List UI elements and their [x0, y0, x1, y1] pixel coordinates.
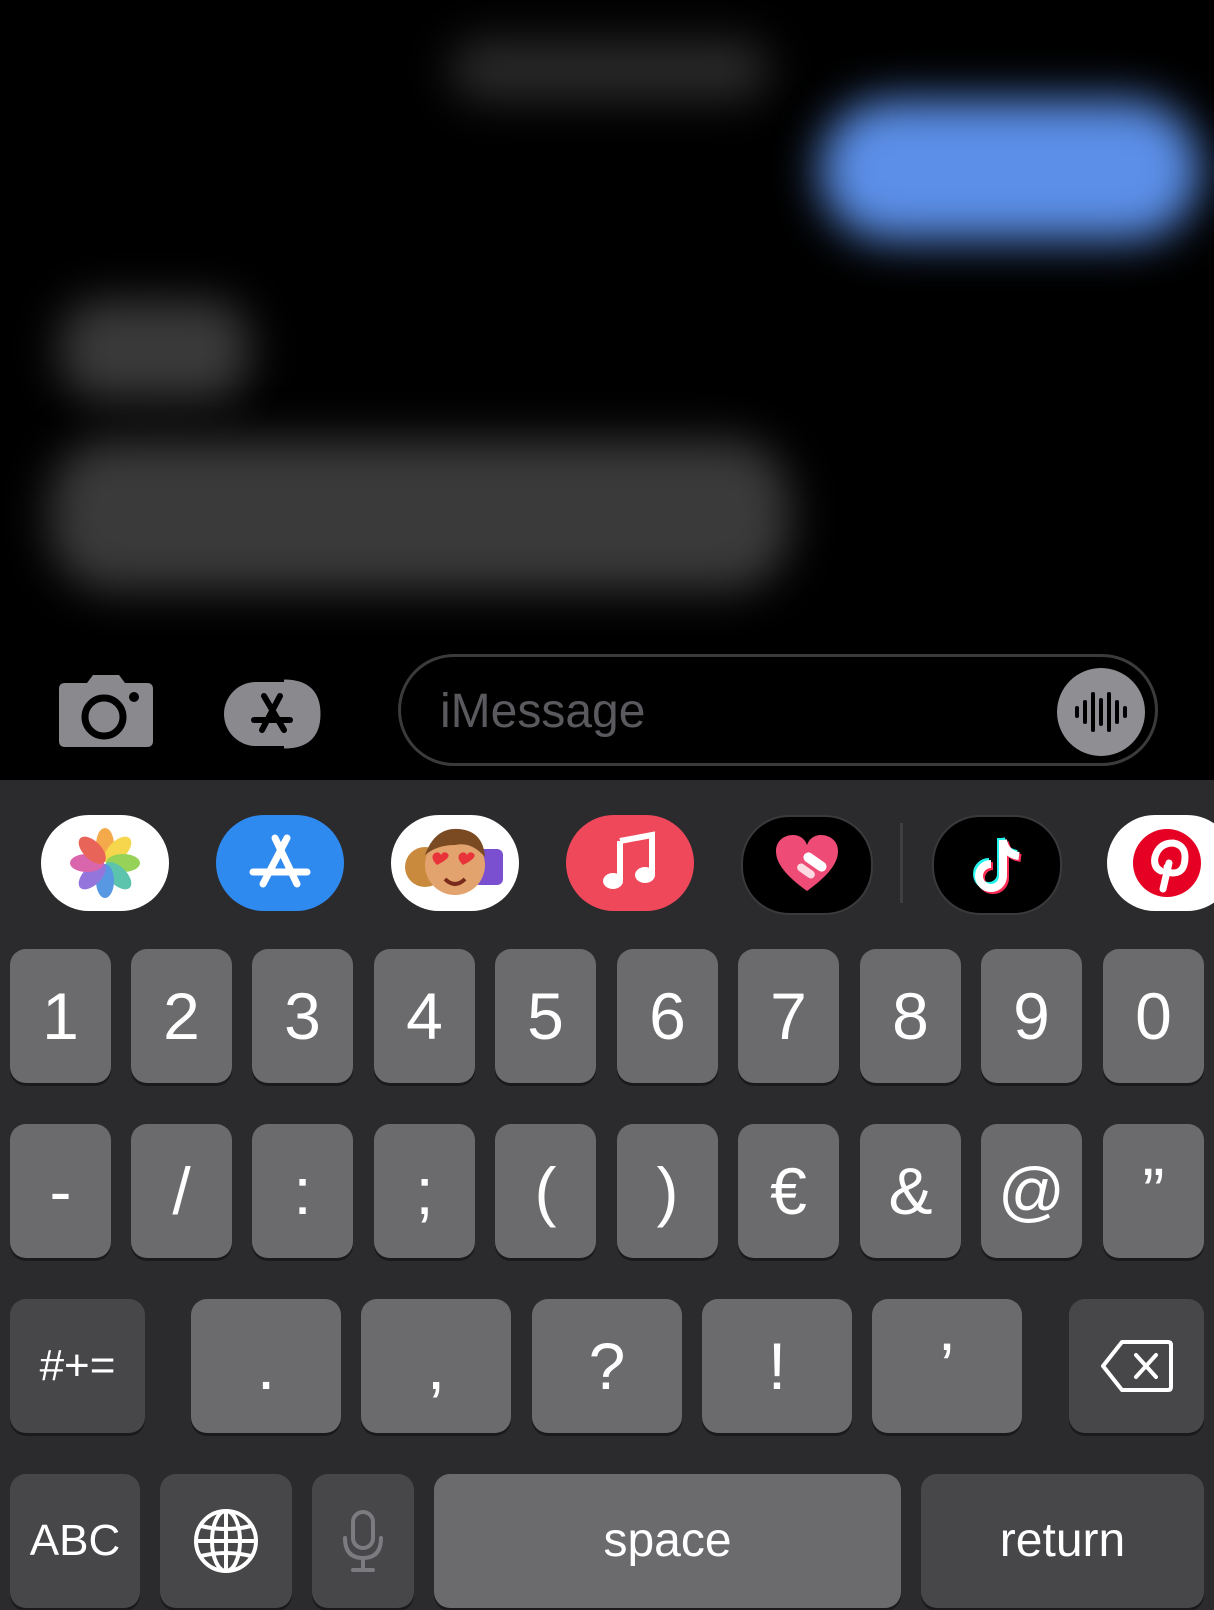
- blurred-incoming-bubble-large: [50, 440, 790, 590]
- backspace-icon: [1100, 1340, 1173, 1392]
- key-exclamation[interactable]: !: [702, 1299, 852, 1433]
- key-at[interactable]: @: [981, 1124, 1082, 1258]
- blurred-header: [450, 40, 770, 100]
- key-7[interactable]: 7: [738, 949, 839, 1083]
- key-colon[interactable]: :: [252, 1124, 353, 1258]
- abc-key[interactable]: ABC: [10, 1474, 140, 1608]
- key-8[interactable]: 8: [860, 949, 961, 1083]
- key-question[interactable]: ?: [532, 1299, 682, 1433]
- dictation-key[interactable]: [312, 1474, 414, 1608]
- key-period[interactable]: .: [191, 1299, 341, 1433]
- key-ampersand[interactable]: &: [860, 1124, 961, 1258]
- key-0[interactable]: 0: [1103, 949, 1204, 1083]
- key-4[interactable]: 4: [374, 949, 475, 1083]
- delete-key[interactable]: [1069, 1299, 1204, 1433]
- pinterest-app-icon[interactable]: [1107, 815, 1214, 911]
- app-store-drawer-icon[interactable]: [224, 678, 344, 750]
- key-3[interactable]: 3: [252, 949, 353, 1083]
- music-app-icon[interactable]: [566, 815, 694, 911]
- key-quote[interactable]: ”: [1103, 1124, 1204, 1258]
- key-6[interactable]: 6: [617, 949, 718, 1083]
- key-apostrophe[interactable]: ’: [872, 1299, 1022, 1433]
- key-hyphen[interactable]: -: [10, 1124, 111, 1258]
- key-semicolon[interactable]: ;: [374, 1124, 475, 1258]
- key-open-paren[interactable]: (: [495, 1124, 596, 1258]
- key-close-paren[interactable]: ): [617, 1124, 718, 1258]
- key-9[interactable]: 9: [981, 949, 1082, 1083]
- key-euro[interactable]: €: [738, 1124, 839, 1258]
- camera-icon[interactable]: [57, 673, 155, 749]
- message-thread: [0, 0, 1214, 640]
- globe-icon: [194, 1509, 258, 1573]
- key-1[interactable]: 1: [10, 949, 111, 1083]
- voice-waveform-icon[interactable]: [1057, 668, 1145, 756]
- memoji-app-icon[interactable]: [391, 815, 519, 911]
- photos-app-icon[interactable]: [41, 815, 169, 911]
- key-5[interactable]: 5: [495, 949, 596, 1083]
- return-key[interactable]: return: [921, 1474, 1204, 1608]
- more-symbols-key[interactable]: #+=: [10, 1299, 145, 1433]
- blurred-outgoing-bubble: [820, 100, 1200, 240]
- key-slash[interactable]: /: [131, 1124, 232, 1258]
- heart-app-icon[interactable]: [741, 815, 873, 915]
- key-comma[interactable]: ,: [361, 1299, 511, 1433]
- tray-divider: [900, 823, 903, 903]
- microphone-icon: [343, 1510, 383, 1572]
- message-placeholder: iMessage: [440, 685, 646, 738]
- key-2[interactable]: 2: [131, 949, 232, 1083]
- tiktok-app-icon[interactable]: [932, 815, 1062, 915]
- globe-key[interactable]: [160, 1474, 292, 1608]
- blurred-incoming-bubble-small: [60, 300, 250, 400]
- app-store-app-icon[interactable]: [216, 815, 344, 911]
- space-key[interactable]: space: [434, 1474, 901, 1608]
